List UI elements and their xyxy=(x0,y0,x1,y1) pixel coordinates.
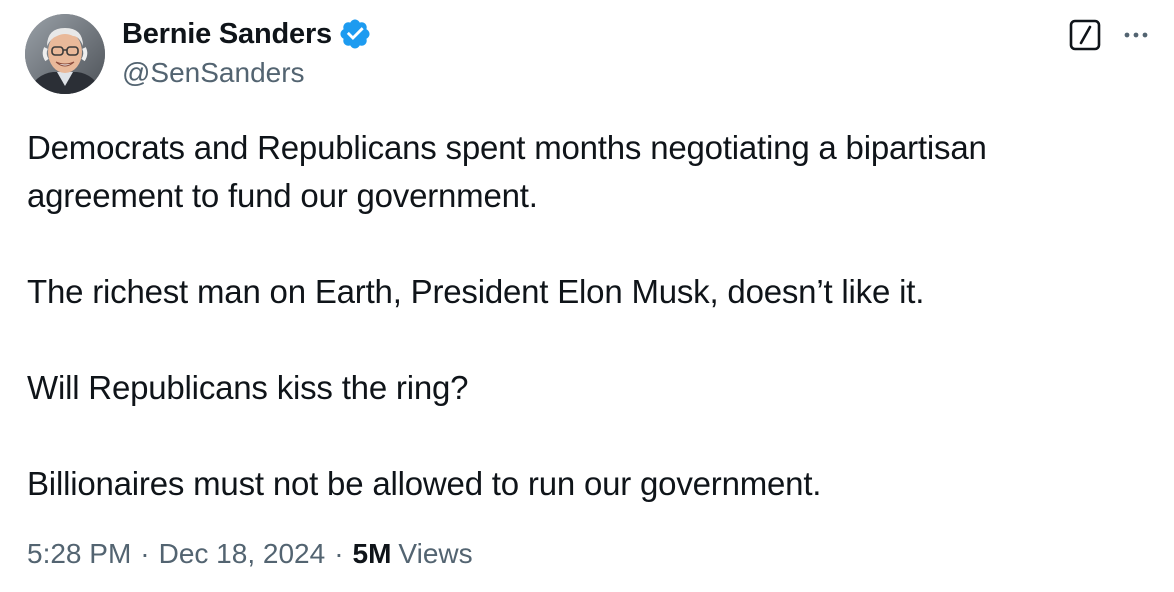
meta-separator: · xyxy=(140,538,150,569)
tweet-time[interactable]: 5:28 PM xyxy=(27,538,131,570)
avatar[interactable] xyxy=(25,14,105,94)
avatar-image xyxy=(25,14,105,94)
tweet-card: Bernie Sanders @SenSanders Democrats and… xyxy=(0,0,1174,592)
author-name-row[interactable]: Bernie Sanders xyxy=(122,16,372,52)
views-label: Views xyxy=(398,538,473,569)
tweet-paragraph: Will Republicans kiss the ring? xyxy=(27,369,469,406)
tweet-date[interactable]: Dec 18, 2024 xyxy=(159,538,326,570)
views-count: 5M xyxy=(352,538,392,569)
grok-icon[interactable] xyxy=(1068,18,1102,52)
tweet-text: Democrats and Republicans spent months n… xyxy=(27,124,1147,508)
more-options-icon[interactable] xyxy=(1116,20,1156,50)
author-handle[interactable]: @SenSanders xyxy=(122,57,305,89)
meta-separator: · xyxy=(334,538,344,569)
tweet-metadata: 5:28 PM · Dec 18, 2024 · 5M Views xyxy=(27,538,473,570)
tweet-paragraph: The richest man on Earth, President Elon… xyxy=(27,273,925,310)
tweet-paragraph: Democrats and Republicans spent months n… xyxy=(27,129,987,214)
verified-badge-icon[interactable] xyxy=(338,17,372,51)
author-display-name[interactable]: Bernie Sanders xyxy=(122,18,332,51)
tweet-paragraph: Billionaires must not be allowed to run … xyxy=(27,465,822,502)
